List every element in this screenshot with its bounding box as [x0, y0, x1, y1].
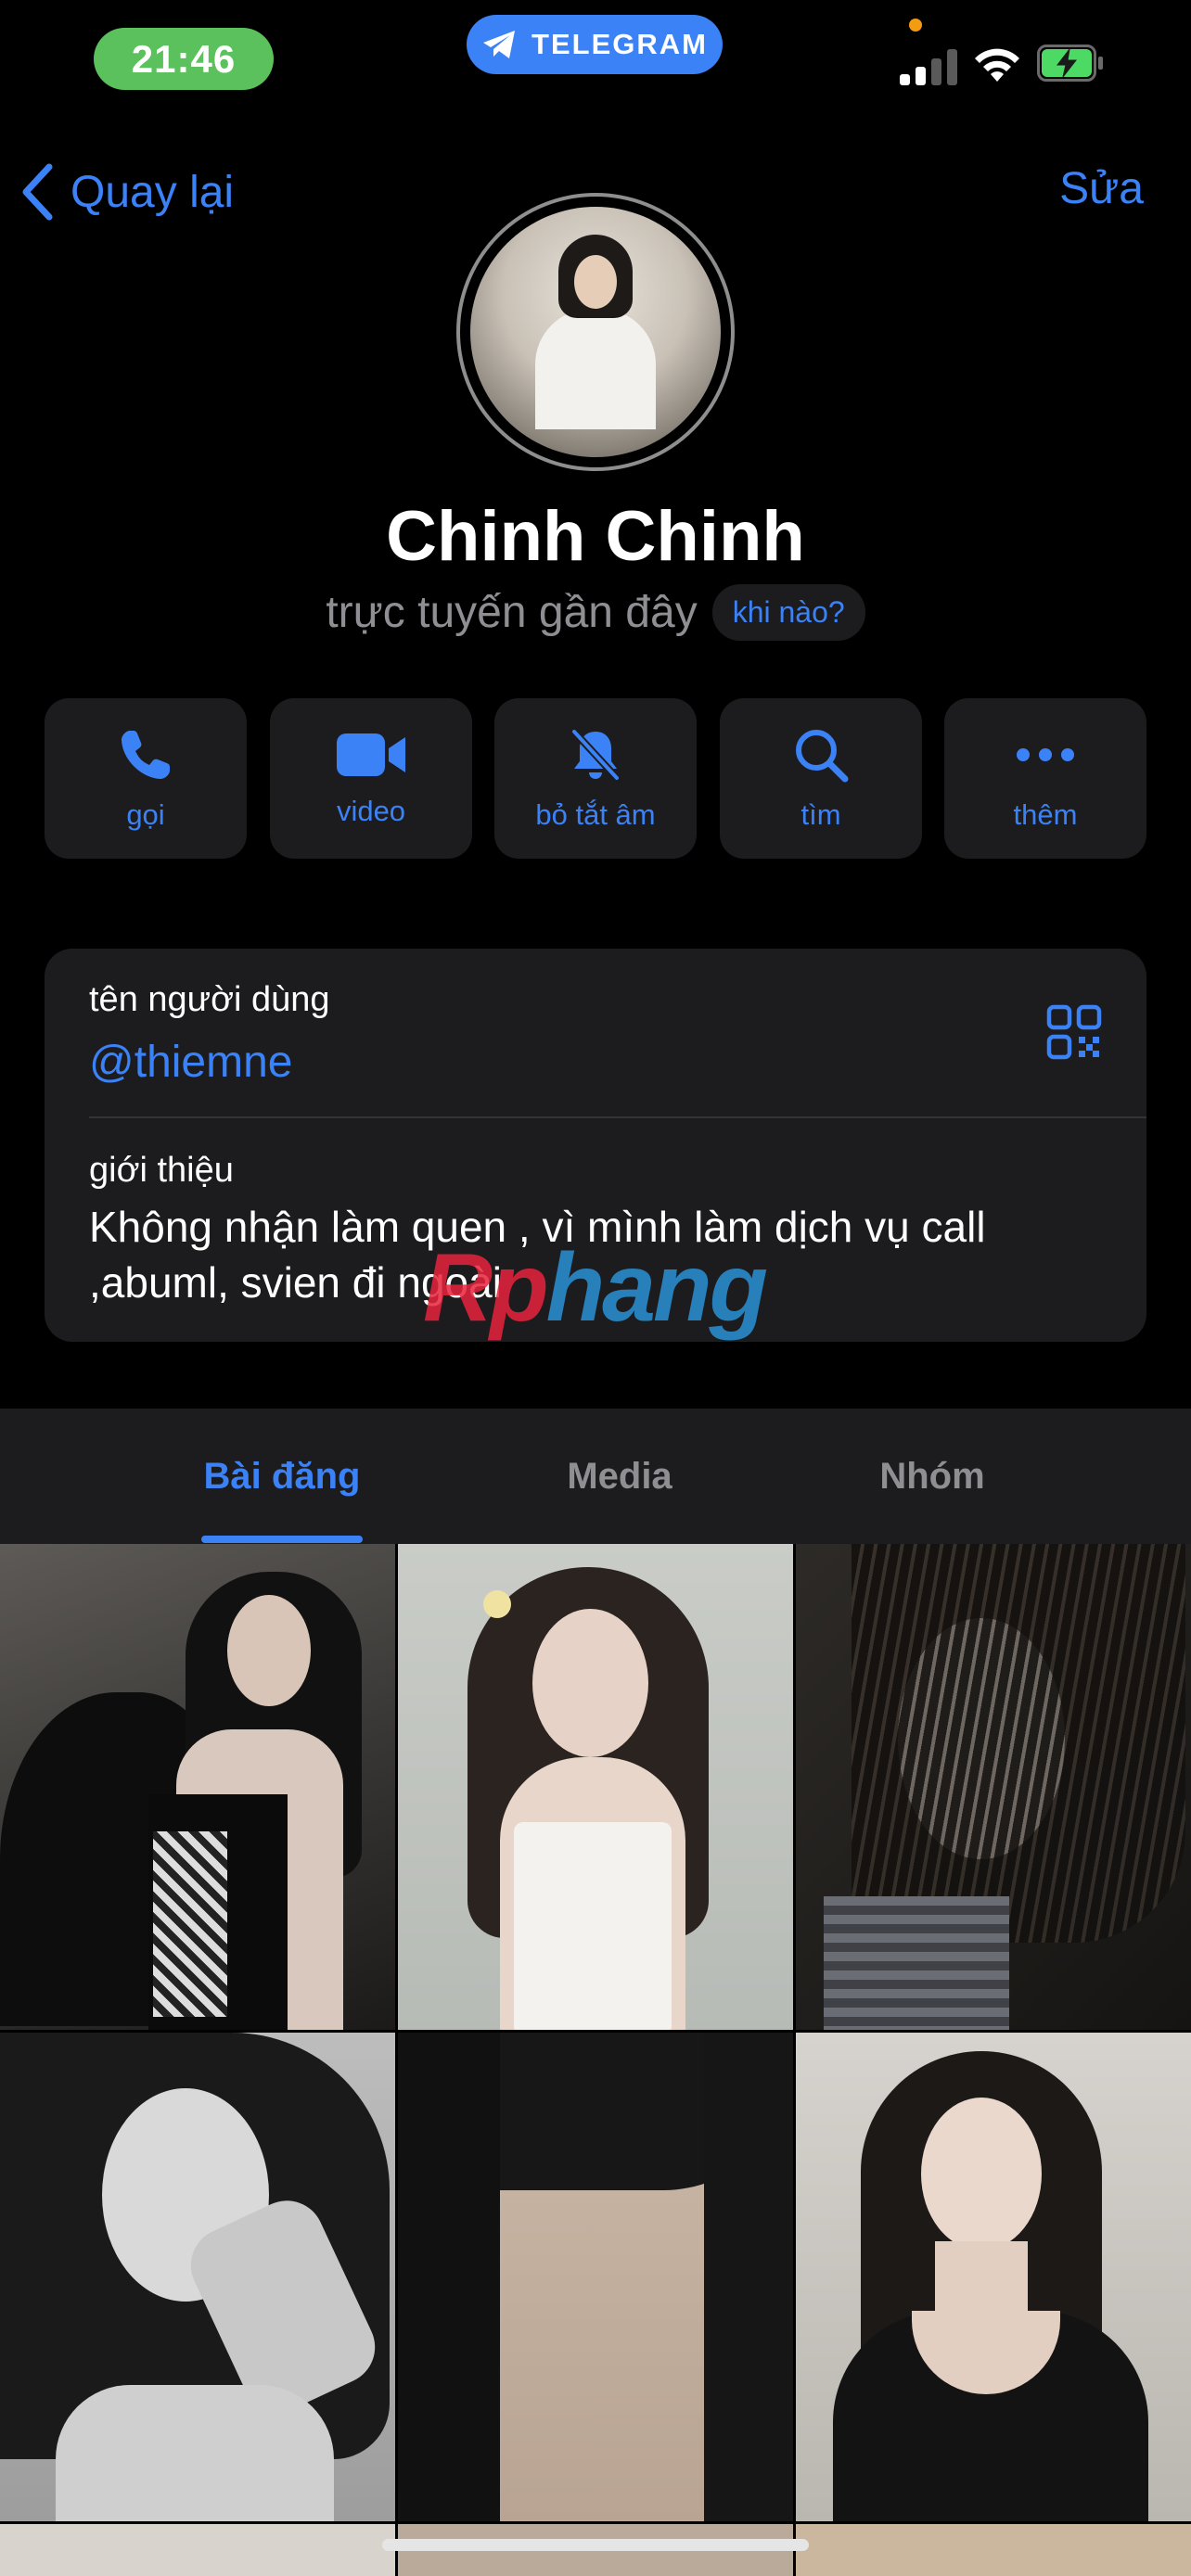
wifi-icon	[975, 48, 1019, 82]
home-indicator[interactable]	[382, 2539, 809, 2551]
tab-groups[interactable]: Nhóm	[830, 1409, 1034, 1544]
battery-charging-icon	[1037, 45, 1104, 82]
media-thumbnail[interactable]	[796, 2524, 1191, 2576]
video-icon	[337, 733, 405, 776]
telegram-icon	[483, 31, 516, 58]
profile-avatar[interactable]	[456, 193, 735, 471]
action-label: bỏ tắt âm	[535, 797, 656, 831]
active-tab-indicator	[201, 1536, 363, 1543]
privacy-indicator-dot	[909, 19, 922, 32]
qr-code-icon[interactable]	[1046, 1004, 1102, 1060]
media-thumbnail[interactable]	[796, 2033, 1191, 2521]
status-time: 21:46	[94, 28, 274, 90]
unmute-button[interactable]: bỏ tắt âm	[494, 698, 697, 859]
back-button[interactable]: Quay lại	[19, 159, 234, 224]
telegram-pill-label: TELEGRAM	[531, 28, 708, 60]
profile-tabs: Bài đăng Media Nhóm	[0, 1409, 1191, 1544]
info-divider	[89, 1116, 1146, 1118]
media-thumbnail[interactable]	[0, 1544, 395, 2030]
watermark-part-b: hang	[545, 1234, 768, 1342]
bio-label: giới thiệu	[89, 1151, 234, 1190]
tab-media[interactable]: Media	[518, 1409, 722, 1544]
username-link[interactable]: @thiemne	[89, 1037, 293, 1088]
media-thumbnail[interactable]	[398, 1544, 793, 2030]
media-thumbnail[interactable]	[796, 1544, 1191, 2030]
avatar-photo	[470, 207, 721, 457]
username-label: tên người dùng	[89, 980, 330, 1019]
media-thumbnail[interactable]	[398, 2033, 793, 2521]
edit-button[interactable]: Sửa	[1059, 163, 1144, 214]
media-thumbnail[interactable]	[0, 2033, 395, 2521]
tab-posts[interactable]: Bài đăng	[170, 1409, 394, 1544]
search-icon	[796, 729, 849, 782]
signal-icon	[900, 48, 957, 85]
call-button[interactable]: gọi	[45, 698, 247, 859]
when-button[interactable]: khi nào?	[711, 584, 865, 641]
video-button[interactable]: video	[270, 698, 472, 859]
back-label: Quay lại	[70, 167, 235, 217]
more-button[interactable]: thêm	[944, 698, 1146, 859]
profile-status-row: trực tuyến gần đây khi nào?	[0, 584, 1191, 641]
action-label: thêm	[1013, 797, 1078, 831]
watermark-logo: Rphang	[423, 1233, 768, 1344]
phone-icon	[122, 730, 170, 779]
more-icon	[1017, 747, 1074, 761]
chevron-left-icon	[22, 163, 53, 221]
last-seen-status: trực tuyến gần đây	[326, 588, 698, 637]
telegram-pill[interactable]: TELEGRAM	[467, 15, 723, 74]
watermark-part-a: Rp	[423, 1234, 549, 1342]
search-button[interactable]: tìm	[720, 698, 922, 859]
profile-name: Chinh Chinh	[386, 497, 805, 576]
action-label: gọi	[126, 797, 165, 831]
time-text: 21:46	[131, 36, 237, 81]
media-thumbnail[interactable]	[0, 2524, 395, 2576]
bell-slash-icon	[570, 727, 621, 782]
action-label: tìm	[800, 797, 841, 831]
action-label: video	[336, 794, 406, 827]
